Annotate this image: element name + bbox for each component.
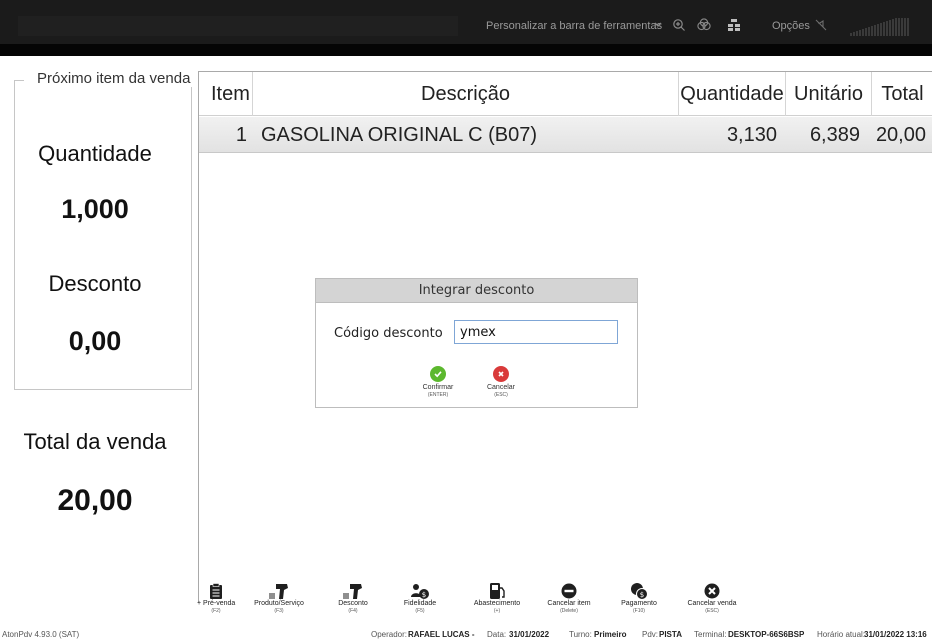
barcode-scanner-icon: [343, 582, 363, 600]
cancel-sale-button[interactable]: Cancelar venda (ESC): [684, 582, 740, 614]
confirm-key-hint: (ENTER): [427, 392, 449, 398]
column-header-unit-price[interactable]: Unitário: [786, 72, 872, 116]
sale-total-value: 20,00: [57, 484, 133, 517]
cancel-item-key: (Delete): [560, 608, 578, 614]
column-header-quantity[interactable]: Quantidade: [679, 72, 786, 116]
discount-dialog: Integrar desconto Código desconto Confir…: [315, 278, 638, 408]
cancel-item-label: Cancelar item: [547, 600, 591, 607]
discount-key: (F4): [348, 608, 358, 614]
cancel-item-button[interactable]: Cancelar item (Delete): [544, 582, 594, 614]
cell-total: 20,00: [875, 124, 926, 146]
cell-quantity: 3,130: [726, 124, 777, 146]
loyalty-icon: $: [410, 582, 430, 600]
column-header-item[interactable]: Item: [199, 72, 253, 116]
top-toolbar: Personalizar a barra de ferramentas Opçõ…: [0, 0, 932, 56]
product-service-label: Produto/Serviço: [254, 600, 304, 607]
layout-grid-icon[interactable]: [727, 18, 743, 34]
grid-header: Item Descrição Quantidade Unitário Total: [199, 72, 932, 116]
quantity-label: Quantidade: [38, 141, 152, 166]
check-icon: [430, 366, 446, 382]
date-value: 31/01/2022: [509, 630, 550, 639]
loyalty-label: Fidelidade: [403, 600, 437, 607]
barcode-scanner-icon: [269, 582, 289, 600]
close-icon: [493, 366, 509, 382]
pre-sale-button[interactable]: + Pré-venda (F2): [197, 582, 236, 614]
column-header-description[interactable]: Descrição: [253, 72, 679, 116]
options-menu[interactable]: Opções: [772, 20, 810, 32]
shift-value: Primeiro: [594, 630, 627, 639]
frame-line: [14, 80, 24, 81]
discount-button[interactable]: Desconto (F4): [333, 582, 373, 614]
chevron-down-icon[interactable]: [652, 18, 668, 34]
refueling-button[interactable]: Abastecimento (+): [470, 582, 524, 614]
product-service-button[interactable]: Produto/Serviço (F3): [253, 582, 305, 614]
confirm-button[interactable]: Confirmar (ENTER): [408, 366, 468, 398]
discount-label: Desconto: [48, 271, 142, 296]
pdv-value: PISTA: [659, 630, 682, 639]
svg-text:$: $: [422, 591, 426, 599]
minus-circle-icon: [559, 582, 579, 600]
cancel-sale-label: Cancelar venda: [687, 600, 737, 607]
pdv-window: Personalizar a barra de ferramentas Opçõ…: [0, 0, 932, 643]
next-item-legend: Próximo item da venda: [35, 70, 193, 87]
zoom-in-icon[interactable]: [672, 18, 688, 34]
toolbar-bottom-strip: [0, 44, 932, 56]
sale-total-label: Total da venda: [23, 429, 167, 454]
cell-item: 1: [235, 124, 247, 146]
cell-unit-price: 6,389: [809, 124, 860, 146]
x-circle-icon: [702, 582, 722, 600]
payment-icon: $: [629, 582, 649, 600]
status-bar: AtonPdv 4.93.0 (SAT) Operador: RAFAEL LU…: [0, 626, 932, 643]
refueling-label: Abastecimento: [473, 600, 521, 607]
customize-toolbar-button[interactable]: Personalizar a barra de ferramentas: [486, 20, 662, 32]
date-label: Data:: [487, 630, 507, 639]
refueling-key: (+): [493, 608, 501, 614]
loyalty-key: (F5): [415, 608, 425, 614]
cell-description: GASOLINA ORIGINAL C (B07): [261, 124, 538, 146]
operator-name: RAFAEL LUCAS -: [408, 630, 475, 639]
color-circles-icon[interactable]: [696, 18, 712, 34]
signal-bars-icon: [850, 16, 910, 36]
product-service-key: (F3): [274, 608, 284, 614]
current-time-value: 31/01/2022 13:16: [864, 630, 927, 639]
confirm-label: Confirmar: [422, 384, 454, 391]
table-row[interactable]: 1 GASOLINA ORIGINAL C (B07) 3,130 6,389 …: [199, 117, 932, 153]
pre-sale-label: + Pré-venda: [197, 600, 236, 607]
discount-code-input[interactable]: [454, 320, 618, 344]
terminal-label: Terminal:: [694, 630, 727, 639]
payment-button[interactable]: $ Pagamento (F10): [620, 582, 658, 614]
svg-text:$: $: [640, 591, 644, 599]
column-header-total[interactable]: Total: [872, 72, 932, 116]
shift-label: Turno:: [569, 630, 592, 639]
mute-icon[interactable]: [814, 18, 830, 34]
discount-code-label: Código desconto: [334, 326, 443, 341]
cancel-key-hint: (ESC): [494, 392, 508, 398]
fuel-pump-icon: [487, 582, 507, 600]
payment-key: (F10): [633, 608, 645, 614]
loyalty-button[interactable]: $ Fidelidade (F5): [398, 582, 442, 614]
app-version: AtonPdv 4.93.0 (SAT): [2, 630, 80, 639]
quantity-value: 1,000: [61, 194, 129, 224]
payment-label: Pagamento: [621, 600, 657, 607]
cancel-sale-key: (ESC): [705, 608, 719, 614]
dialog-title: Integrar desconto: [316, 279, 637, 303]
discount-value: 0,00: [68, 326, 122, 356]
toolbar-empty-area: [18, 16, 458, 36]
current-time-label: Horário atual:: [817, 630, 866, 639]
discount-button-label: Desconto: [338, 600, 368, 607]
clipboard-icon: [206, 582, 226, 600]
operator-label: Operador:: [371, 630, 408, 639]
pdv-label: Pdv:: [642, 630, 659, 639]
terminal-value: DESKTOP-66S6BSP: [728, 630, 805, 639]
cancel-button[interactable]: Cancelar (ESC): [471, 366, 531, 398]
pre-sale-key: (F2): [211, 608, 221, 614]
cancel-label: Cancelar: [486, 384, 515, 391]
